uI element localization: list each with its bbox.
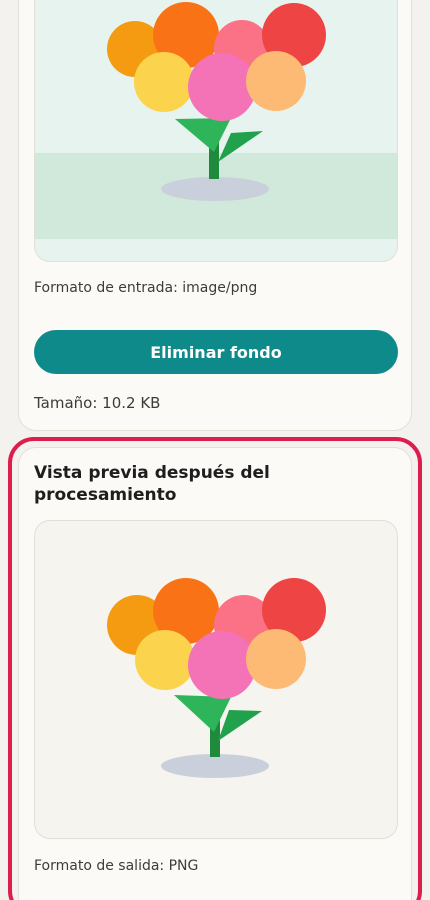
file-size-label: Tamaño: 10.2 KB — [34, 394, 161, 412]
flower-illustration-input — [107, 2, 326, 201]
input-card: Formato de entrada: image/png Eliminar f… — [18, 0, 412, 431]
remove-background-button[interactable]: Eliminar fondo — [34, 330, 398, 374]
output-card-title: Vista previa después del procesamiento — [34, 463, 270, 505]
output-image-preview — [34, 520, 398, 839]
output-format-label: Formato de salida: PNG — [34, 858, 199, 874]
output-card: Vista previa después del procesamiento F… — [18, 447, 412, 900]
input-format-label: Formato de entrada: image/png — [34, 280, 258, 296]
flower-illustration-output — [107, 578, 326, 778]
input-image-preview — [34, 0, 398, 262]
